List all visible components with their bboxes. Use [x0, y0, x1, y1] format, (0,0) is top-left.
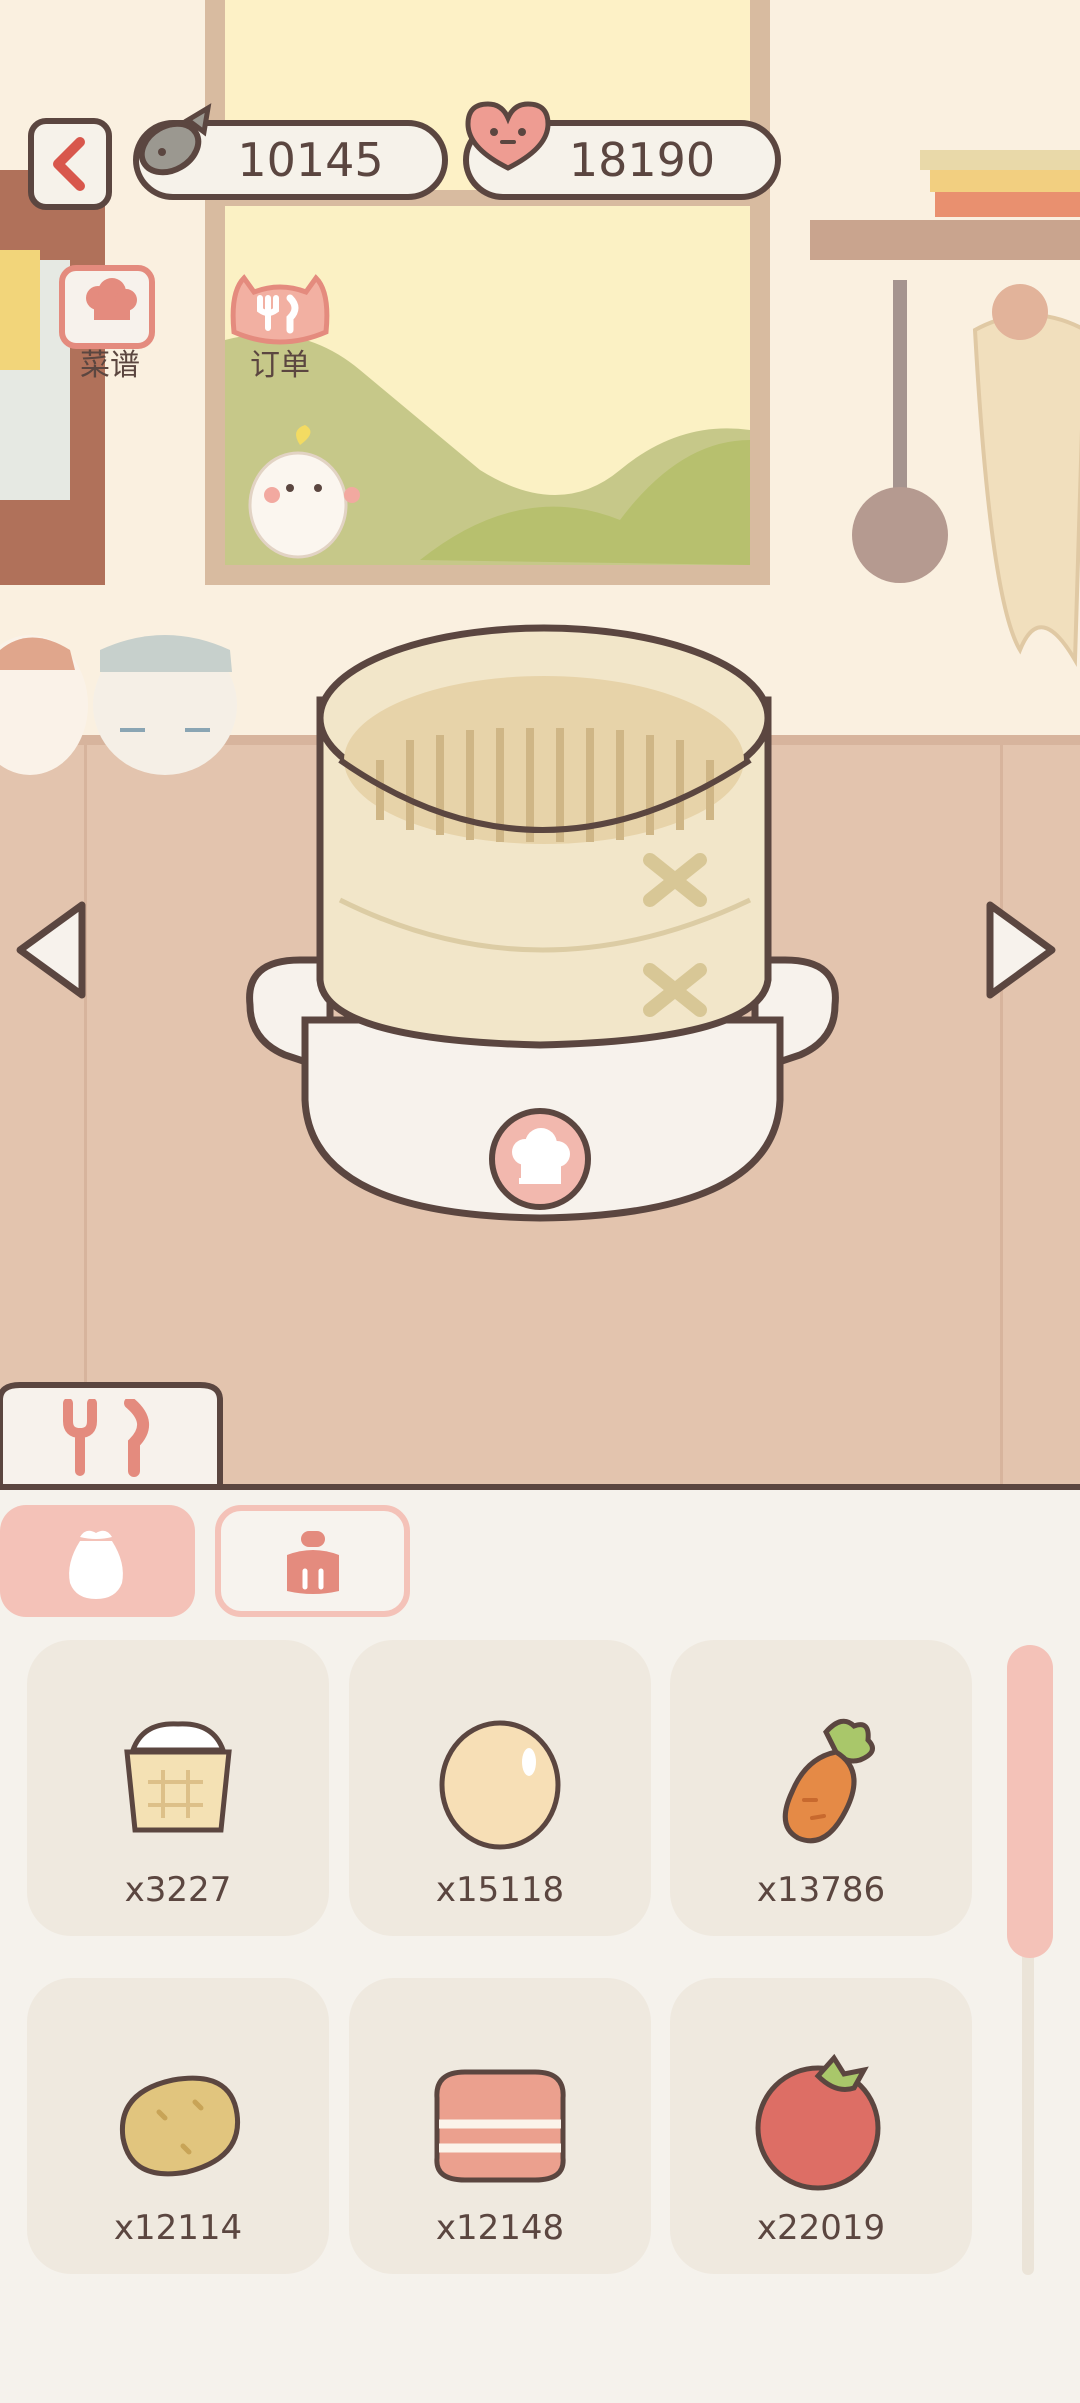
steamer-appliance[interactable]	[305, 620, 785, 1040]
heart-icon	[465, 101, 551, 171]
fish-icon	[138, 103, 212, 176]
hearts-count: 18190	[568, 133, 716, 187]
ingredient-cell-egg[interactable]: x15118	[349, 1640, 651, 1936]
fork-knife-icon	[63, 1399, 149, 1477]
ingredient-cell-carrot[interactable]: x13786	[670, 1640, 972, 1936]
fish-count: 10145	[237, 133, 384, 187]
bacon-icon	[434, 2069, 566, 2183]
ingredient-count: x3227	[124, 1870, 232, 1910]
ingredient-cell-flour[interactable]: x3227	[27, 1640, 329, 1936]
previous-appliance-arrow[interactable]	[10, 895, 100, 1005]
ingredient-cell-tomato[interactable]: x22019	[670, 1978, 972, 2274]
ingredient-cell-bacon[interactable]: x12148	[349, 1978, 651, 2274]
seasoning-shaker-icon	[287, 1531, 339, 1594]
tab-seasonings[interactable]	[215, 1505, 410, 1617]
back-button[interactable]	[28, 118, 112, 210]
cook-button[interactable]	[485, 1104, 595, 1214]
ingredient-cell-potato[interactable]: x12114	[27, 1978, 329, 2274]
recipes-label: 菜谱	[80, 348, 140, 383]
scrollbar-thumb[interactable]	[1007, 1645, 1053, 1958]
ingredient-count: x13786	[756, 1870, 886, 1910]
cat-utensils-icon	[230, 274, 330, 345]
utensils-tab[interactable]	[0, 1385, 220, 1490]
flour-basket-icon	[124, 1721, 232, 1833]
tomato-icon	[755, 2053, 881, 2191]
egg-icon	[439, 1720, 561, 1850]
recipe-book-icon	[59, 265, 155, 349]
orders-shortcut[interactable]: 订单	[220, 262, 340, 383]
potato-icon	[119, 2075, 241, 2177]
ingredient-count: x12114	[113, 2208, 243, 2248]
ingredient-count: x12148	[435, 2208, 565, 2248]
ingredient-count: x15118	[435, 1870, 565, 1910]
carrot-icon	[782, 1718, 875, 1844]
chevron-left-icon	[53, 137, 85, 191]
ingredient-sack-icon	[69, 1530, 123, 1599]
recipes-shortcut[interactable]: 菜谱	[50, 262, 170, 383]
orders-label: 订单	[250, 348, 310, 383]
next-appliance-arrow[interactable]	[980, 895, 1070, 1005]
ingredient-count: x22019	[756, 2208, 886, 2248]
tab-ingredients[interactable]	[0, 1505, 195, 1617]
chef-hat-icon	[489, 1108, 591, 1210]
